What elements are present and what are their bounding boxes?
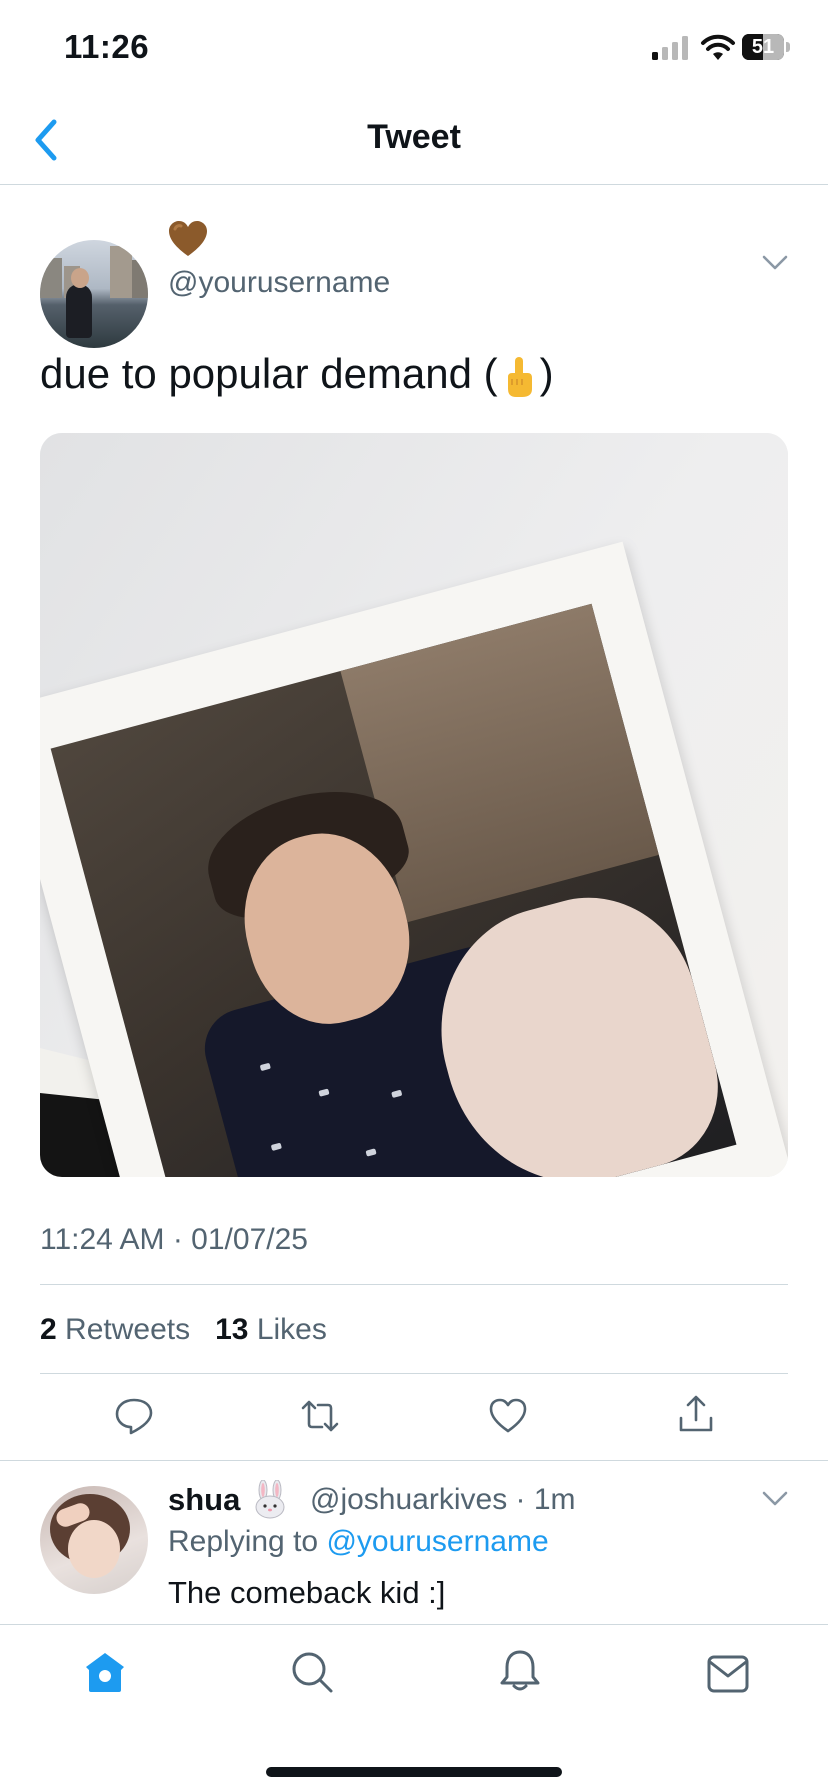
author-avatar[interactable]: [40, 240, 148, 348]
battery-level: 51: [751, 36, 775, 58]
likes-link[interactable]: 13 Likes: [215, 1313, 327, 1346]
battery-icon: 51: [742, 34, 790, 62]
likes-label: Likes: [256, 1313, 327, 1346]
status-time: 11:26: [64, 28, 150, 65]
replying-to-prefix: Replying to: [168, 1525, 319, 1558]
replying-to: Replying to @yourusername: [168, 1525, 549, 1559]
wifi-icon: [701, 34, 735, 60]
reply-icon[interactable]: [114, 1396, 154, 1436]
tweet-text-start: due to popular demand (: [40, 350, 498, 397]
meta-divider: [40, 1284, 788, 1285]
likes-count: 13: [215, 1313, 249, 1346]
home-indicator: [266, 1767, 562, 1777]
actions-divider: [0, 1460, 828, 1461]
tweet-text: due to popular demand ( ): [40, 350, 554, 399]
messages-icon[interactable]: [706, 1652, 750, 1696]
notifications-icon[interactable]: [498, 1648, 542, 1692]
chevron-down-icon[interactable]: [762, 254, 788, 272]
tab-bar-divider: [0, 1624, 828, 1625]
header-divider: [0, 184, 828, 185]
reply-handle-time[interactable]: @joshuarkives · 1m: [310, 1483, 576, 1517]
replying-to-handle[interactable]: @yourusername: [326, 1525, 548, 1558]
tweet-stats: 2 Retweets 13 Likes: [40, 1313, 327, 1347]
retweets-link[interactable]: 2 Retweets: [40, 1313, 190, 1346]
stats-divider: [40, 1373, 788, 1374]
share-icon[interactable]: [676, 1394, 716, 1434]
tweet-text-end: ): [539, 350, 554, 397]
reply-chevron-down-icon[interactable]: [762, 1490, 788, 1508]
like-icon[interactable]: [488, 1396, 528, 1436]
author-handle[interactable]: @yourusername: [168, 266, 390, 300]
rabbit-emoji-icon: [255, 1480, 285, 1519]
page-title: Tweet: [367, 118, 461, 156]
home-icon[interactable]: [83, 1650, 127, 1694]
search-icon[interactable]: [290, 1650, 334, 1694]
tweet-image[interactable]: [40, 433, 788, 1177]
retweets-count: 2: [40, 1313, 57, 1346]
reply-author-name[interactable]: shua: [168, 1482, 240, 1518]
reply-text: The comeback kid :]: [168, 1575, 446, 1610]
brown-heart-emoji-icon: [169, 221, 207, 256]
retweet-icon[interactable]: [300, 1396, 340, 1436]
retweets-label: Retweets: [65, 1313, 191, 1346]
cellular-signal-icon: [652, 36, 688, 60]
middle-finger-emoji-icon: [507, 356, 532, 397]
reply-avatar[interactable]: [40, 1486, 148, 1594]
tweet-timestamp: 11:24 AM · 01/07/25: [40, 1223, 308, 1256]
